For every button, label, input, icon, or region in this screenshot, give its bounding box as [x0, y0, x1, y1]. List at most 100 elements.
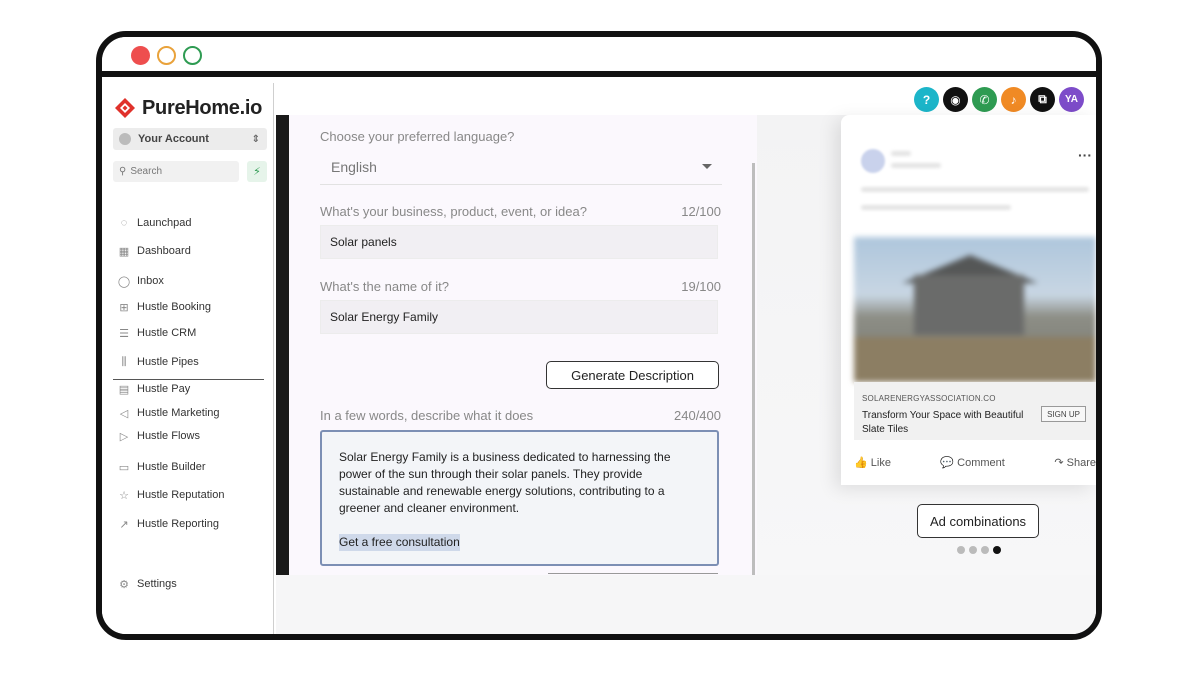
sidebar-item-hustle-reporting-label: Hustle Reporting [137, 518, 219, 530]
sidebar-divider [113, 379, 264, 380]
sidebar-item-settings[interactable]: ⚙ Settings [117, 577, 177, 591]
sidebar-item-hustle-reporting[interactable]: ↗ Hustle Reporting [117, 517, 219, 531]
send-icon: ◁ [119, 407, 129, 420]
invoice-icon: ▤ [118, 383, 130, 396]
user-icon [119, 133, 131, 145]
ad-combinations-button[interactable]: Ad combinations [917, 504, 1039, 538]
sidebar-item-hustle-builder[interactable]: ▭ Hustle Builder [117, 460, 206, 474]
sidebar-item-hustle-crm[interactable]: ☰ Hustle CRM [117, 326, 196, 340]
avatar[interactable]: YA [1059, 87, 1084, 112]
sidebar-item-hustle-marketing[interactable]: ◁ Hustle Marketing [117, 406, 220, 420]
blurred-text [891, 163, 941, 168]
star-icon: ☆ [119, 489, 129, 502]
browser-frame: PureHome.io Your Account ⇕ ⚲ Search ⚡ ◌ L… [96, 31, 1102, 640]
minimize-window-button[interactable] [157, 46, 176, 65]
account-label: Your Account [138, 133, 209, 145]
sidebar-item-hustle-reputation-label: Hustle Reputation [137, 489, 225, 501]
ad-preview-pane: ··· SOLARENERGYASSOCIATION.CO Transform Yo… [757, 115, 1096, 575]
language-label: Choose your preferred language? [320, 129, 515, 144]
search-input[interactable]: ⚲ Search [113, 161, 239, 182]
sidebar-item-hustle-flows-label: Hustle Flows [137, 430, 200, 442]
language-value: English [331, 158, 377, 175]
signup-button[interactable]: SIGN UP [1041, 406, 1086, 422]
bot-icon[interactable]: ◉ [943, 87, 968, 112]
brand-logo[interactable]: PureHome.io [114, 93, 262, 123]
name-label: What's the name of it? [320, 279, 449, 294]
sidebar-item-hustle-marketing-label: Hustle Marketing [137, 407, 220, 419]
sidebar-item-hustle-flows[interactable]: ▷ Hustle Flows [117, 429, 200, 443]
sidebar-item-hustle-booking[interactable]: ⊞ Hustle Booking [117, 300, 211, 314]
brand-name: PureHome.io [142, 96, 263, 119]
bottom-area [276, 575, 1096, 634]
description-text: Solar Energy Family is a business dedica… [339, 450, 671, 515]
ad-preview-card: ··· SOLARENERGYASSOCIATION.CO Transform Yo… [841, 115, 1096, 485]
blurred-text [861, 187, 1089, 192]
phone-icon[interactable]: ✆ [972, 87, 997, 112]
caret-down-icon [702, 164, 712, 169]
share-button[interactable]: ↷ Share [1054, 451, 1096, 473]
form-bottom-line [548, 573, 718, 574]
carousel-pager [957, 546, 1001, 554]
play-icon: ▷ [119, 430, 129, 443]
sidebar-item-hustle-pipes[interactable]: ⫼ Hustle Pipes [117, 355, 198, 369]
sidebar-item-hustle-builder-label: Hustle Builder [137, 461, 206, 473]
settings-label: Settings [137, 578, 177, 590]
pager-dot[interactable] [957, 546, 965, 554]
bell-icon[interactable]: ♪ [1001, 87, 1026, 112]
calendar-icon: ⊞ [119, 301, 129, 314]
description-textarea[interactable]: Solar Energy Family is a business dedica… [320, 430, 719, 566]
sidebar-item-inbox[interactable]: ◯ Inbox [117, 274, 164, 288]
cta-text: Get a free consultation [339, 534, 460, 551]
language-select[interactable]: English [320, 149, 722, 185]
form-scrollbar[interactable] [752, 163, 755, 575]
pager-dot[interactable] [993, 546, 1001, 554]
blurred-text [861, 205, 1011, 210]
diamond-logo-icon [114, 97, 136, 119]
blurred-text [891, 151, 911, 156]
comment-button[interactable]: 💬 Comment [940, 451, 1004, 473]
help-icon[interactable]: ? [914, 87, 939, 112]
sidebar-item-hustle-reputation[interactable]: ☆ Hustle Reputation [117, 488, 224, 502]
ground [854, 337, 1096, 382]
ad-domain: SOLARENERGYASSOCIATION.CO [862, 394, 996, 403]
trend-icon: ↗ [119, 518, 129, 531]
sidebar: PureHome.io Your Account ⇕ ⚲ Search ⚡ ◌ L… [102, 83, 274, 634]
pager-dot[interactable] [969, 546, 977, 554]
builder-icon: ▭ [118, 461, 130, 474]
business-input[interactable]: Solar panels [320, 225, 718, 259]
ad-headline: Transform Your Space with Beautiful Slat… [862, 410, 1024, 435]
translate-icon[interactable]: ⧉ [1030, 87, 1055, 112]
sidebar-item-launchpad[interactable]: ◌ Launchpad [117, 216, 192, 230]
list-icon: ☰ [119, 327, 129, 340]
name-counter: 19/100 [681, 279, 721, 294]
describe-counter: 240/400 [674, 408, 721, 423]
app-screen: PureHome.io Your Account ⇕ ⚲ Search ⚡ ◌ L… [102, 83, 1096, 634]
close-window-button[interactable] [131, 46, 150, 65]
quick-action-bolt-icon[interactable]: ⚡ [247, 161, 267, 182]
ad-link-area[interactable]: SOLARENERGYASSOCIATION.CO Transform Your … [854, 382, 1096, 440]
generate-description-button[interactable]: Generate Description [546, 361, 719, 389]
describe-label: In a few words, describe what it does [320, 408, 534, 423]
business-label: What's your business, product, event, or… [320, 204, 587, 219]
form-pane: Choose your preferred language? English Wh… [289, 115, 757, 575]
like-button[interactable]: 👍 Like [854, 451, 891, 473]
sidebar-item-dashboard[interactable]: ▦ Dashboard [117, 244, 191, 258]
search-placeholder: Search [130, 166, 163, 177]
chat-icon: ◯ [117, 275, 131, 288]
dashboard-icon: ▦ [118, 245, 130, 258]
ad-page-avatar [861, 149, 885, 173]
rocket-icon: ◌ [120, 217, 128, 229]
house [914, 275, 1024, 335]
search-icon: ⚲ [119, 166, 127, 177]
account-switcher[interactable]: Your Account ⇕ [113, 128, 267, 150]
pipes-icon: ⫼ [121, 355, 127, 368]
name-input[interactable]: Solar Energy Family [320, 300, 718, 334]
title-bar [102, 37, 1096, 77]
gear-icon: ⚙ [119, 578, 129, 591]
dark-strip [276, 115, 289, 575]
top-toolbar: ? ◉ ✆ ♪ ⧉ YA [914, 87, 1084, 112]
maximize-window-button[interactable] [183, 46, 202, 65]
pager-dot[interactable] [981, 546, 989, 554]
sidebar-item-hustle-pay[interactable]: ▤ Hustle Pay [117, 382, 190, 396]
more-options-icon[interactable]: ··· [1078, 147, 1092, 163]
